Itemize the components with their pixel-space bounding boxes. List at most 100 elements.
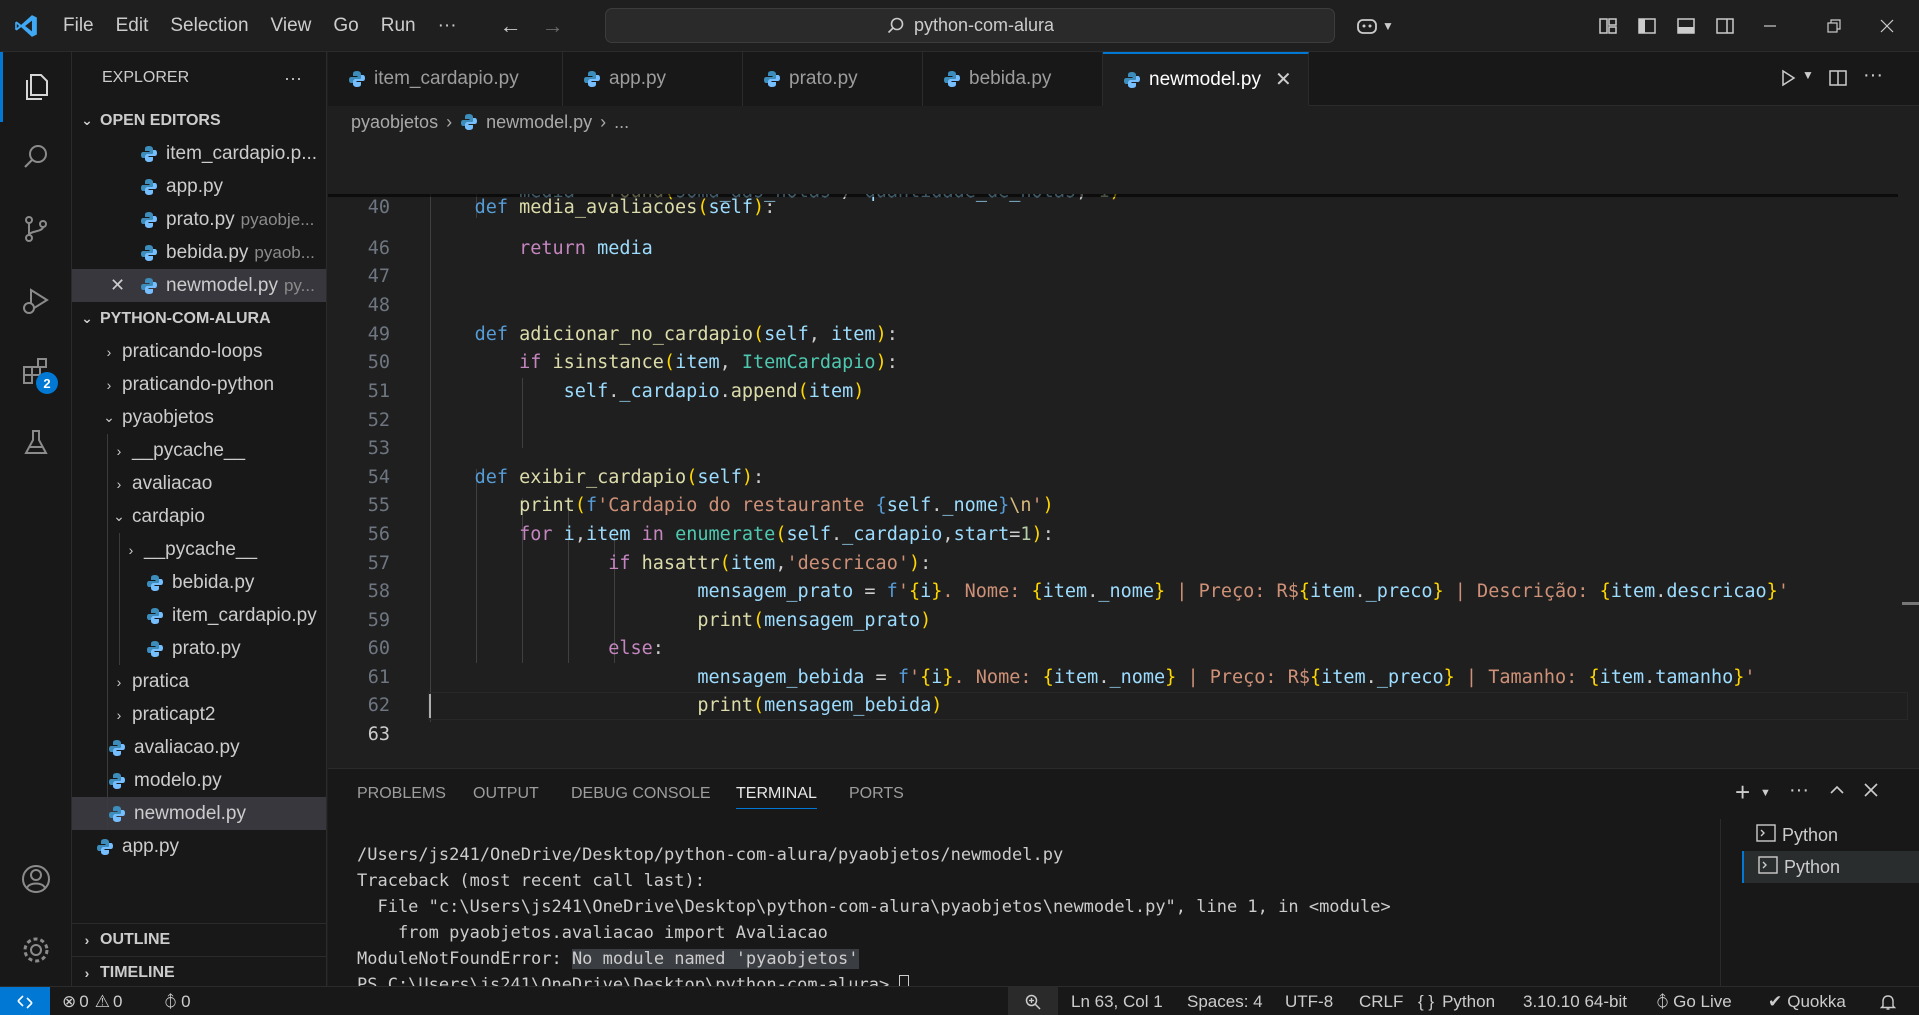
minimize-icon[interactable] <box>1762 0 1778 52</box>
terminal-instance[interactable]: Python <box>1742 819 1919 851</box>
tab-app[interactable]: app.py <box>563 52 743 106</box>
menu-run[interactable]: Run <box>370 0 427 52</box>
tree-folder[interactable]: › praticando-loops <box>72 335 326 368</box>
new-terminal-plus-icon[interactable]: + <box>1735 777 1750 808</box>
toggle-primary-sidebar-icon[interactable] <box>1637 0 1657 52</box>
testing-flask-icon[interactable] <box>0 408 72 478</box>
tree-folder[interactable]: ⌄ pyaobjetos <box>72 401 326 434</box>
workspace-header[interactable]: ⌄ PYTHON-COM-ALURA <box>72 302 326 335</box>
tree-folder[interactable]: ⌄ cardapio <box>72 500 326 533</box>
notifications-bell-icon[interactable] <box>1879 987 1897 1015</box>
python-file-icon <box>140 211 158 229</box>
tree-file[interactable]: item_cardapio.py <box>72 599 326 632</box>
line-ending[interactable]: CRLF <box>1359 987 1403 1015</box>
open-editor-item[interactable]: prato.py pyaobje... <box>72 203 326 236</box>
toggle-secondary-sidebar-icon[interactable] <box>1715 0 1735 52</box>
quokka-button[interactable]: ✔ Quokka <box>1768 987 1846 1015</box>
tab-output[interactable]: OUTPUT <box>473 785 539 803</box>
toggle-panel-icon[interactable] <box>1676 0 1696 52</box>
tree-file[interactable]: bebida.py <box>72 566 326 599</box>
language-mode[interactable]: { } Python <box>1418 987 1495 1015</box>
menu-go[interactable]: Go <box>322 0 369 52</box>
maximize-panel-chevron-up-icon[interactable] <box>1828 781 1846 804</box>
tab-terminal[interactable]: TERMINAL <box>736 785 817 809</box>
close-tab-icon[interactable]: ✕ <box>1275 67 1292 92</box>
tree-folder[interactable]: › praticapt2 <box>72 698 326 731</box>
close-panel-icon[interactable] <box>1862 781 1880 804</box>
explorer-icon[interactable] <box>0 52 72 122</box>
breadcrumb-file[interactable]: newmodel.py <box>486 112 592 133</box>
command-center-search[interactable]: python-com-alura <box>605 8 1335 43</box>
zoom-icon[interactable] <box>1008 987 1058 1015</box>
open-editor-item[interactable]: app.py <box>72 170 326 203</box>
breadcrumb-symbol[interactable]: ... <box>614 112 629 133</box>
restore-icon[interactable] <box>1826 0 1842 52</box>
open-editor-item-active[interactable]: ✕ newmodel.py py... <box>72 269 326 302</box>
ports-status[interactable]: ⦽ 0 <box>165 987 191 1015</box>
back-arrow-icon[interactable]: ← <box>490 13 532 39</box>
split-editor-icon[interactable] <box>1828 68 1848 93</box>
remote-indicator-icon[interactable] <box>0 987 50 1015</box>
tree-label: pyaobjetos <box>122 406 214 428</box>
tab-bebida[interactable]: bebida.py <box>923 52 1103 106</box>
open-editor-item[interactable]: bebida.py pyaob... <box>72 236 326 269</box>
terminal-scrollbar[interactable] <box>1720 819 1734 987</box>
menu-selection[interactable]: Selection <box>159 0 259 52</box>
tree-file[interactable]: app.py <box>72 830 326 863</box>
run-debug-icon[interactable] <box>0 266 72 336</box>
go-live-button[interactable]: ⦽ Go Live <box>1657 987 1732 1015</box>
search-icon[interactable] <box>0 122 72 192</box>
open-editors-header[interactable]: ⌄ OPEN EDITORS <box>72 104 326 137</box>
panel-more-icon[interactable]: ··· <box>1789 779 1809 802</box>
customize-layout-icon[interactable] <box>1598 0 1618 52</box>
close-window-icon[interactable] <box>1879 0 1895 52</box>
problems-status[interactable]: ⊗ 0 ⚠ 0 <box>62 987 122 1015</box>
terminal-dropdown-chevron-icon[interactable]: ▼ <box>1760 787 1771 799</box>
open-editor-item[interactable]: item_cardapio.p... <box>72 137 326 170</box>
tree-file[interactable]: prato.py <box>72 632 326 665</box>
tab-newmodel-active[interactable]: newmodel.py ✕ <box>1103 52 1309 106</box>
terminal-instance-active[interactable]: Python <box>1742 851 1919 883</box>
tab-item-cardapio[interactable]: item_cardapio.py <box>328 52 563 106</box>
source-control-icon[interactable] <box>0 194 72 264</box>
run-python-file-icon[interactable] <box>1778 68 1798 93</box>
explorer-sidebar: EXPLORER ··· ⌄ OPEN EDITORS item_cardapi… <box>72 52 327 986</box>
timeline-header[interactable]: › TIMELINE <box>72 956 326 986</box>
menu-view[interactable]: View <box>260 0 323 52</box>
explorer-header: EXPLORER ··· <box>72 52 326 104</box>
close-editor-icon[interactable]: ✕ <box>110 275 132 296</box>
tree-folder[interactable]: › __pycache__ <box>72 533 326 566</box>
cursor-position[interactable]: Ln 63, Col 1 <box>1071 987 1163 1015</box>
tree-file[interactable]: modelo.py <box>72 764 326 797</box>
forward-arrow-icon[interactable]: → <box>532 13 574 39</box>
tab-ports[interactable]: PORTS <box>849 785 904 803</box>
tree-folder[interactable]: › pratica <box>72 665 326 698</box>
breadcrumb-folder[interactable]: pyaobjetos <box>351 112 438 133</box>
editor-more-actions-icon[interactable]: ··· <box>1863 64 1883 87</box>
python-interpreter[interactable]: 3.10.10 64-bit <box>1523 987 1627 1015</box>
indentation[interactable]: Spaces: 4 <box>1187 987 1263 1015</box>
outline-header[interactable]: › OUTLINE <box>72 923 326 956</box>
tree-file-active[interactable]: newmodel.py <box>72 797 326 830</box>
tab-debug-console[interactable]: DEBUG CONSOLE <box>571 785 711 803</box>
tree-label: newmodel.py <box>134 802 246 824</box>
tree-folder[interactable]: › avaliacao <box>72 467 326 500</box>
tree-folder[interactable]: › __pycache__ <box>72 434 326 467</box>
menu-edit[interactable]: Edit <box>105 0 160 52</box>
extensions-icon[interactable]: 2 <box>0 336 72 406</box>
copilot-icon[interactable]: ▼ <box>1355 0 1394 52</box>
scrollbar-marker[interactable] <box>1902 602 1919 605</box>
encoding[interactable]: UTF-8 <box>1285 987 1333 1015</box>
tree-folder[interactable]: › praticando-python <box>72 368 326 401</box>
run-dropdown-chevron-icon[interactable]: ▼ <box>1802 68 1814 82</box>
code-editor[interactable]: 4class Restaurante: 40 def media_avaliac… <box>328 138 1919 768</box>
menu-file[interactable]: File <box>52 0 105 52</box>
settings-gear-icon[interactable] <box>0 915 72 985</box>
terminal-line: File "c:\Users\js241\OneDrive\Desktop\py… <box>357 897 1391 917</box>
explorer-more-icon[interactable]: ··· <box>284 68 302 89</box>
menu-more[interactable]: ··· <box>427 0 468 52</box>
tab-problems[interactable]: PROBLEMS <box>357 785 446 803</box>
tab-prato[interactable]: prato.py <box>743 52 923 106</box>
tree-file[interactable]: avaliacao.py <box>72 731 326 764</box>
account-icon[interactable] <box>0 844 72 914</box>
